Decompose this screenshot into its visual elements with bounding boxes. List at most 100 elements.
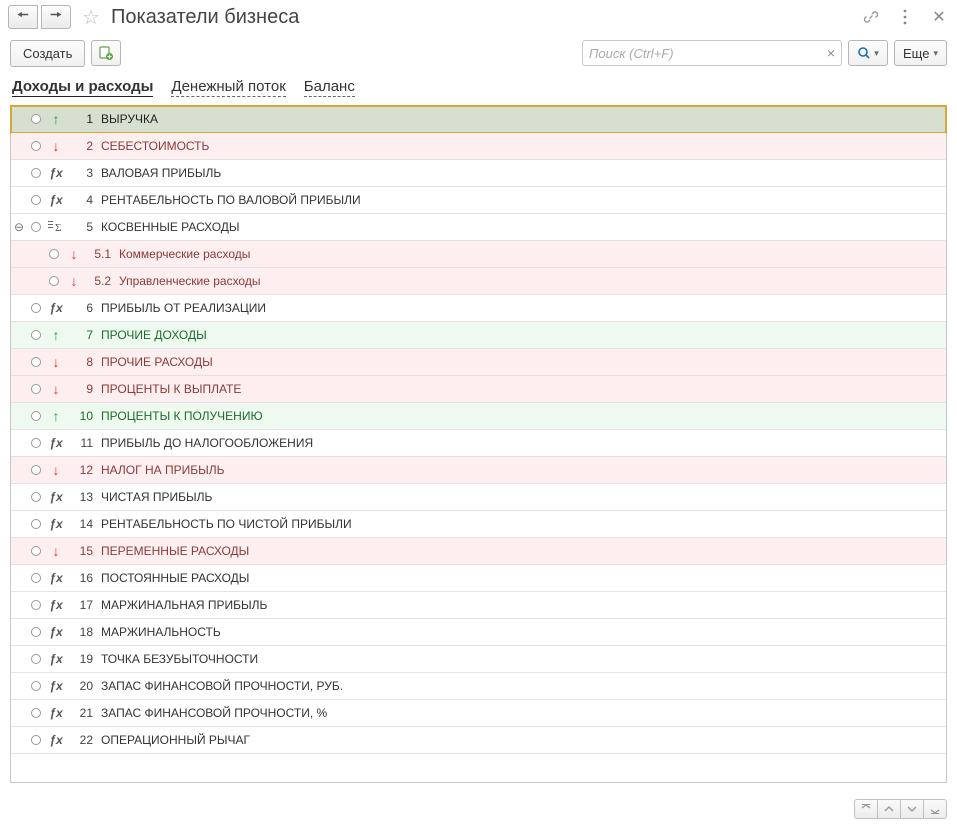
row-marker[interactable] bbox=[27, 357, 45, 367]
row-number: 6 bbox=[67, 301, 101, 315]
search-input[interactable] bbox=[583, 46, 821, 61]
table-row[interactable]: ƒx20ЗАПАС ФИНАНСОВОЙ ПРОЧНОСТИ, РУБ. bbox=[11, 673, 946, 700]
formula-icon: ƒx bbox=[49, 733, 62, 747]
tab-2[interactable]: Баланс bbox=[304, 78, 355, 97]
row-marker[interactable] bbox=[27, 654, 45, 664]
scroll-down-button[interactable] bbox=[900, 799, 924, 819]
link-icon[interactable] bbox=[861, 7, 881, 27]
table-row[interactable]: ƒx22ОПЕРАЦИОННЫЙ РЫЧАГ bbox=[11, 727, 946, 754]
row-marker[interactable] bbox=[27, 708, 45, 718]
favorite-star-icon[interactable]: ☆ bbox=[79, 5, 103, 29]
formula-icon: ƒx bbox=[49, 517, 62, 531]
row-number: 22 bbox=[67, 733, 101, 747]
table-row[interactable]: ƒx13ЧИСТАЯ ПРИБЫЛЬ bbox=[11, 484, 946, 511]
table-row[interactable]: ↓5.1Коммерческие расходы bbox=[11, 241, 946, 268]
table-row[interactable]: ƒx17МАРЖИНАЛЬНАЯ ПРИБЫЛЬ bbox=[11, 592, 946, 619]
formula-icon: ƒx bbox=[49, 166, 62, 180]
table-row[interactable]: ↑7ПРОЧИЕ ДОХОДЫ bbox=[11, 322, 946, 349]
row-label: ПРИБЫЛЬ ДО НАЛОГООБЛОЖЕНИЯ bbox=[101, 436, 938, 450]
row-marker[interactable] bbox=[45, 249, 63, 259]
formula-icon: ƒx bbox=[49, 652, 62, 666]
row-marker[interactable] bbox=[27, 492, 45, 502]
table-row[interactable]: ↓9ПРОЦЕНТЫ К ВЫПЛАТЕ bbox=[11, 376, 946, 403]
chevron-down-icon: ▾ bbox=[933, 48, 938, 59]
table-row[interactable]: ↓12НАЛОГ НА ПРИБЫЛЬ bbox=[11, 457, 946, 484]
empty-row bbox=[11, 754, 946, 782]
table-row[interactable]: ƒx3ВАЛОВАЯ ПРИБЫЛЬ bbox=[11, 160, 946, 187]
row-marker[interactable] bbox=[27, 330, 45, 340]
table-row[interactable]: ƒx6ПРИБЫЛЬ ОТ РЕАЛИЗАЦИИ bbox=[11, 295, 946, 322]
scroll-bottom-button[interactable] bbox=[923, 799, 947, 819]
row-marker[interactable] bbox=[27, 303, 45, 313]
row-marker[interactable] bbox=[45, 276, 63, 286]
row-marker[interactable] bbox=[27, 600, 45, 610]
row-marker[interactable] bbox=[27, 168, 45, 178]
row-number: 4 bbox=[67, 193, 101, 207]
table-row[interactable]: ƒx16ПОСТОЯННЫЕ РАСХОДЫ bbox=[11, 565, 946, 592]
scroll-up-button[interactable] bbox=[877, 799, 901, 819]
row-marker[interactable] bbox=[27, 195, 45, 205]
row-marker[interactable] bbox=[27, 465, 45, 475]
row-marker[interactable] bbox=[27, 573, 45, 583]
collapse-icon[interactable]: ⊖ bbox=[11, 220, 27, 234]
row-label: ПРИБЫЛЬ ОТ РЕАЛИЗАЦИИ bbox=[101, 301, 938, 315]
row-marker[interactable] bbox=[27, 141, 45, 151]
table-row[interactable]: ↓5.2Управленческие расходы bbox=[11, 268, 946, 295]
row-label: КОСВЕННЫЕ РАСХОДЫ bbox=[101, 220, 938, 234]
table-row[interactable]: ƒx4РЕНТАБЕЛЬНОСТЬ ПО ВАЛОВОЙ ПРИБЫЛИ bbox=[11, 187, 946, 214]
more-button[interactable]: Еще ▾ bbox=[894, 40, 947, 66]
row-marker[interactable] bbox=[27, 681, 45, 691]
create-button[interactable]: Создать bbox=[10, 40, 85, 67]
close-icon[interactable]: ✕ bbox=[929, 7, 949, 27]
row-number: 5 bbox=[67, 220, 101, 234]
row-marker[interactable] bbox=[27, 519, 45, 529]
arrow-down-icon: ↓ bbox=[53, 354, 60, 370]
row-number: 11 bbox=[67, 436, 101, 450]
table-row[interactable]: ↓2СЕБЕСТОИМОСТЬ bbox=[11, 133, 946, 160]
table-row[interactable]: ↑1ВЫРУЧКА bbox=[11, 106, 946, 133]
row-marker[interactable] bbox=[27, 735, 45, 745]
row-label: Управленческие расходы bbox=[119, 274, 938, 288]
table-row[interactable]: ƒx18МАРЖИНАЛЬНОСТЬ bbox=[11, 619, 946, 646]
row-label: ТОЧКА БЕЗУБЫТОЧНОСТИ bbox=[101, 652, 938, 666]
row-label: МАРЖИНАЛЬНОСТЬ bbox=[101, 625, 938, 639]
tab-1[interactable]: Денежный поток bbox=[171, 78, 285, 97]
row-marker[interactable] bbox=[27, 384, 45, 394]
row-marker[interactable] bbox=[27, 627, 45, 637]
row-label: СЕБЕСТОИМОСТЬ bbox=[101, 139, 938, 153]
table-row[interactable]: ⊖ Σ5КОСВЕННЫЕ РАСХОДЫ bbox=[11, 214, 946, 241]
page-title: Показатели бизнеса bbox=[111, 6, 299, 29]
row-number: 1 bbox=[67, 112, 101, 126]
table-row[interactable]: ƒx14РЕНТАБЕЛЬНОСТЬ ПО ЧИСТОЙ ПРИБЫЛИ bbox=[11, 511, 946, 538]
row-label: ПОСТОЯННЫЕ РАСХОДЫ bbox=[101, 571, 938, 585]
table-row[interactable]: ↓15ПЕРЕМЕННЫЕ РАСХОДЫ bbox=[11, 538, 946, 565]
row-number: 7 bbox=[67, 328, 101, 342]
arrow-up-icon: ↑ bbox=[53, 111, 60, 127]
scroll-top-button[interactable] bbox=[854, 799, 878, 819]
clear-search-icon[interactable]: × bbox=[821, 45, 841, 61]
sum-group-icon: Σ bbox=[48, 220, 64, 234]
row-marker[interactable] bbox=[27, 411, 45, 421]
arrow-down-icon: ↓ bbox=[53, 462, 60, 478]
row-label: РЕНТАБЕЛЬНОСТЬ ПО ВАЛОВОЙ ПРИБЫЛИ bbox=[101, 193, 938, 207]
tab-0[interactable]: Доходы и расходы bbox=[12, 78, 153, 97]
row-marker[interactable] bbox=[27, 114, 45, 124]
kebab-menu-icon[interactable] bbox=[895, 7, 915, 27]
row-marker[interactable] bbox=[27, 438, 45, 448]
table-row[interactable]: ƒx19ТОЧКА БЕЗУБЫТОЧНОСТИ bbox=[11, 646, 946, 673]
row-marker[interactable] bbox=[27, 222, 45, 232]
create-copy-button[interactable] bbox=[91, 40, 121, 66]
row-marker[interactable] bbox=[27, 546, 45, 556]
nav-forward-button[interactable]: 🠖 bbox=[41, 5, 71, 29]
table-row[interactable]: ↓8ПРОЧИЕ РАСХОДЫ bbox=[11, 349, 946, 376]
formula-icon: ƒx bbox=[49, 679, 62, 693]
nav-back-button[interactable]: 🠔 bbox=[8, 5, 38, 29]
row-label: ПРОЧИЕ ДОХОДЫ bbox=[101, 328, 938, 342]
table-row[interactable]: ƒx11ПРИБЫЛЬ ДО НАЛОГООБЛОЖЕНИЯ bbox=[11, 430, 946, 457]
row-label: ВАЛОВАЯ ПРИБЫЛЬ bbox=[101, 166, 938, 180]
row-number: 20 bbox=[67, 679, 101, 693]
search-button[interactable]: ▾ bbox=[848, 40, 888, 66]
chevron-down-icon: ▾ bbox=[874, 48, 879, 59]
table-row[interactable]: ↑10ПРОЦЕНТЫ К ПОЛУЧЕНИЮ bbox=[11, 403, 946, 430]
table-row[interactable]: ƒx21ЗАПАС ФИНАНСОВОЙ ПРОЧНОСТИ, % bbox=[11, 700, 946, 727]
